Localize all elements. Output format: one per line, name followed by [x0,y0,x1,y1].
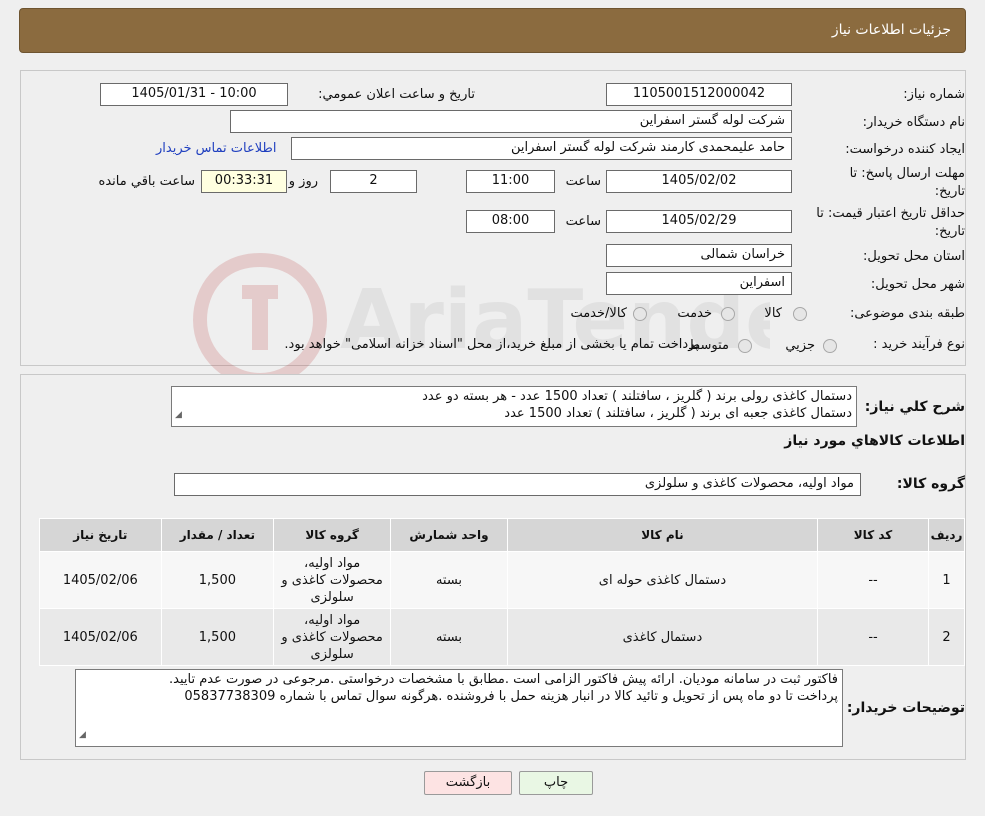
deadline-time-label: ساعت [565,174,601,189]
cell-qty: 1,500 [160,608,275,666]
resize-grip-icon[interactable]: ◢ [79,727,86,744]
cell-group: مواد اولیه، محصولات کاغذی و سلولزی [273,551,392,609]
city-field: اسفراين [606,272,792,295]
col-qty: تعداد / مقدار [160,518,275,552]
need-number-label: شماره نياز: [903,87,965,102]
deadline-label-2: تاريخ: [934,184,965,199]
process-option-minor: جزيي [785,338,815,353]
category-label: طبقه بندی موضوعی: [849,306,965,321]
creator-label: ايجاد کننده درخواست: [845,142,965,157]
col-date: تاريخ نياز [39,518,162,552]
cell-group-line-2: محصولات کاغذی و [281,572,383,588]
category-radio-goods-service[interactable] [633,307,647,321]
print-button[interactable]: چاپ [519,771,593,795]
category-radio-goods[interactable] [793,307,807,321]
category-option-goods: کالا [764,306,782,321]
col-unit: واحد شمارش [390,518,508,552]
process-radio-medium[interactable] [738,339,752,353]
category-option-goods-service: کالا/خدمت [570,306,627,321]
summary-line-2: دستمال کاغذی جعبه ای برند ( گلریز ، سافت… [504,406,852,421]
cell-date: 1405/02/06 [39,551,162,609]
cell-row: 1 [928,551,965,609]
need-number-field: 1105001512000042 [606,83,792,106]
table-header-row: رديف کد کالا نام کالا واحد شمارش گروه کا… [39,518,965,552]
goods-section-title: اطلاعات کالاهاي مورد نياز [784,433,965,449]
cell-group-line-3: سلولزی [310,589,354,605]
validity-label: حداقل تاريخ اعتبار قيمت: تا [816,206,965,221]
validity-label-2: تاريخ: [934,224,965,239]
announce-field: 1405/01/31 - 10:00 [100,83,288,106]
process-note: پرداخت تمام يا بخشی از مبلغ خريد،از محل … [284,337,699,352]
notes-line-1: فاکتور ثبت در سامانه مودیان. ارائه پیش ف… [169,672,838,687]
cell-group-line-1: مواد اولیه، [304,555,361,571]
province-label: استان محل تحويل: [863,249,965,264]
table-row: 1 -- دستمال کاغذی حوله ای بسته مواد اولی… [39,551,965,609]
resize-grip-icon[interactable]: ◢ [175,407,182,424]
table-row: 2 -- دستمال کاغذی بسته مواد اولیه، محصول… [39,608,965,666]
validity-date-field: 1405/02/29 [606,210,792,233]
cell-row: 2 [928,608,965,666]
goods-group-field: مواد اولیه، محصولات کاغذی و سلولزی [174,473,861,496]
deadline-label: مهلت ارسال پاسخ: تا [849,166,965,181]
page-title: جزئیات اطلاعات نیاز [831,22,951,38]
summary-line-1: دستمال کاغذی رولی برند ( گلریز ، سافتلند… [422,389,852,404]
province-field: خراسان شمالی [606,244,792,267]
cell-date: 1405/02/06 [39,608,162,666]
back-button[interactable]: بازگشت [424,771,512,795]
process-radio-minor[interactable] [823,339,837,353]
buyer-org-label: نام دستگاه خريدار: [862,115,965,130]
announce-label: تاريخ و ساعت اعلان عمومي: [318,87,475,102]
summary-label: شرح کلي نياز: [864,399,965,415]
cell-group: مواد اولیه، محصولات کاغذی و سلولزی [273,608,392,666]
cell-unit: بسته [390,551,508,609]
buyer-org-field: شرکت لوله گستر اسفراين [230,110,792,133]
category-radio-service[interactable] [721,307,735,321]
validity-time-label: ساعت [565,214,601,229]
buyer-contact-link[interactable]: اطلاعات تماس خريدار [156,141,276,156]
cell-group-line-2: محصولات کاغذی و [281,629,383,645]
cell-unit: بسته [390,608,508,666]
cell-code: -- [816,608,930,666]
items-table: رديف کد کالا نام کالا واحد شمارش گروه کا… [39,518,965,666]
cell-name: دستمال کاغذی حوله ای [506,551,818,609]
cell-qty: 1,500 [160,551,275,609]
category-option-service: خدمت [677,306,712,321]
notes-label: توضيحات خريدار: [846,700,965,716]
days-label: روز و [288,174,318,189]
creator-field: حامد علیمحمدی کارمند شرکت لوله گستر اسفر… [291,137,792,160]
notes-textarea[interactable]: فاکتور ثبت در سامانه مودیان. ارائه پیش ف… [75,669,843,747]
page-header: جزئیات اطلاعات نیاز [19,8,966,53]
remaining-time-field: 00:33:31 [201,170,287,193]
deadline-time-field: 11:00 [466,170,555,193]
cell-group-line-1: مواد اولیه، [304,612,361,628]
cell-group-line-3: سلولزی [310,646,354,662]
process-label: نوع فرآيند خريد : [873,337,965,352]
notes-line-2: پرداخت تا دو ماه پس از تحویل و تائید کال… [184,689,838,704]
validity-time-field: 08:00 [466,210,555,233]
city-label: شهر محل تحويل: [870,277,965,292]
cell-code: -- [816,551,930,609]
remaining-label: ساعت باقي مانده [98,174,195,189]
col-group: گروه کالا [273,518,392,552]
summary-textarea[interactable]: دستمال کاغذی رولی برند ( گلریز ، سافتلند… [171,386,857,427]
col-name: نام کالا [506,518,818,552]
deadline-date-field: 1405/02/02 [606,170,792,193]
col-row: رديف [928,518,965,552]
cell-name: دستمال کاغذی [506,608,818,666]
goods-group-label: گروه کالا: [896,476,965,492]
col-code: کد کالا [816,518,930,552]
days-field: 2 [330,170,417,193]
